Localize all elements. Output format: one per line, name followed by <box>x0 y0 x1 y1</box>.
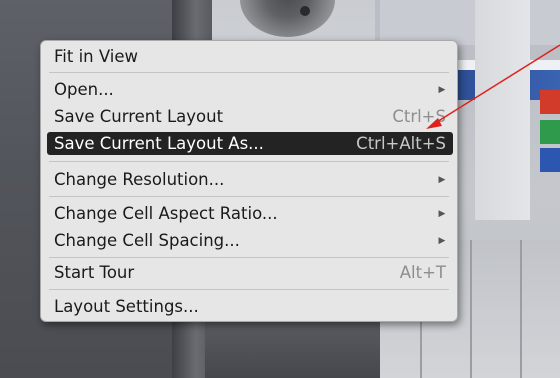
menu-separator <box>49 257 449 258</box>
triangle-right-icon: ▶ <box>438 208 446 219</box>
menu-separator <box>49 161 449 162</box>
menu-item-fit-in-view[interactable]: Fit in View <box>47 45 453 68</box>
background-blue-sign <box>540 148 560 172</box>
menu-item-save-current-layout[interactable]: Save Current Layout Ctrl+S <box>47 105 453 128</box>
triangle-right-icon: ▶ <box>438 235 446 246</box>
menu-item-shortcut: Ctrl+Alt+S <box>356 134 446 153</box>
cabinet-divider <box>520 240 522 378</box>
menu-separator <box>49 289 449 290</box>
menu-item-label: Open... <box>54 80 114 99</box>
menu-item-label: Save Current Layout <box>54 107 224 126</box>
background-floor-shadow <box>205 320 380 378</box>
menu-item-change-cell-spacing[interactable]: Change Cell Spacing... ▶ <box>47 229 453 252</box>
menu-item-change-resolution[interactable]: Change Resolution... ▶ <box>47 168 453 191</box>
menu-item-label: Change Cell Spacing... <box>54 231 240 250</box>
menu-item-change-cell-aspect-ratio[interactable]: Change Cell Aspect Ratio... ▶ <box>47 202 453 225</box>
cabinet-divider <box>470 240 472 378</box>
menu-separator <box>49 196 449 197</box>
menu-item-shortcut: Ctrl+S <box>392 107 446 126</box>
background-upper-wall <box>380 0 560 45</box>
triangle-right-icon: ▶ <box>438 174 446 185</box>
menu-item-label: Fit in View <box>54 47 139 66</box>
menu-item-start-tour[interactable]: Start Tour Alt+T <box>47 261 453 284</box>
background-green-sign <box>540 120 560 144</box>
background-door <box>475 0 530 220</box>
dome-camera-lens <box>300 6 310 16</box>
menu-item-label: Change Cell Aspect Ratio... <box>54 204 278 223</box>
menu-item-shortcut: Alt+T <box>399 263 446 282</box>
menu-item-save-current-layout-as[interactable]: Save Current Layout As... Ctrl+Alt+S <box>47 132 453 155</box>
menu-item-label: Change Resolution... <box>54 170 225 189</box>
menu-item-layout-settings[interactable]: Layout Settings... <box>47 295 453 318</box>
menu-item-label: Layout Settings... <box>54 297 199 316</box>
triangle-right-icon: ▶ <box>438 84 446 95</box>
menu-separator <box>49 72 449 73</box>
menu-item-open[interactable]: Open... ▶ <box>47 78 453 101</box>
menu-item-label: Save Current Layout As... <box>54 134 264 153</box>
layout-context-menu: Fit in View Open... ▶ Save Current Layou… <box>40 40 458 322</box>
menu-item-label: Start Tour <box>54 263 135 282</box>
background-red-sign <box>540 90 560 114</box>
